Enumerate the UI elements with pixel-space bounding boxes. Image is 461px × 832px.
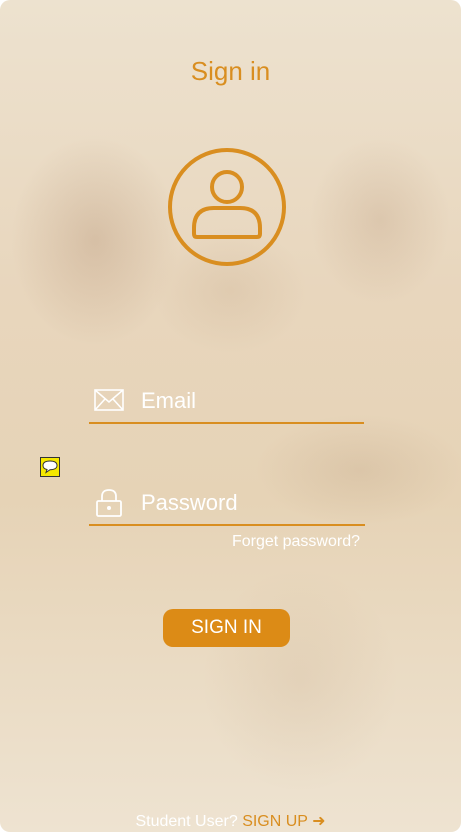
arrow-right-icon: ➜ [312,813,326,830]
email-input[interactable] [141,382,356,420]
user-avatar-icon [168,148,286,266]
envelope-icon [94,389,124,411]
sign-up-link[interactable]: SIGN UP ➜ [242,813,325,830]
sign-up-label: SIGN UP [242,813,308,830]
password-input[interactable] [141,484,356,522]
sign-in-button[interactable]: SIGN IN [163,609,290,647]
student-user-prompt: Student User? [135,813,238,830]
chat-bubble-icon[interactable] [40,457,60,477]
email-field-container [89,382,364,424]
footer: Student User? SIGN UP ➜ [0,811,461,831]
password-field-container [89,484,365,526]
lock-icon [96,489,122,517]
forgot-password-link[interactable]: Forget password? [232,533,360,551]
page-title: Sign in [190,56,271,86]
sign-in-screen: Sign in Forget password? SIGN IN Student… [0,0,461,832]
